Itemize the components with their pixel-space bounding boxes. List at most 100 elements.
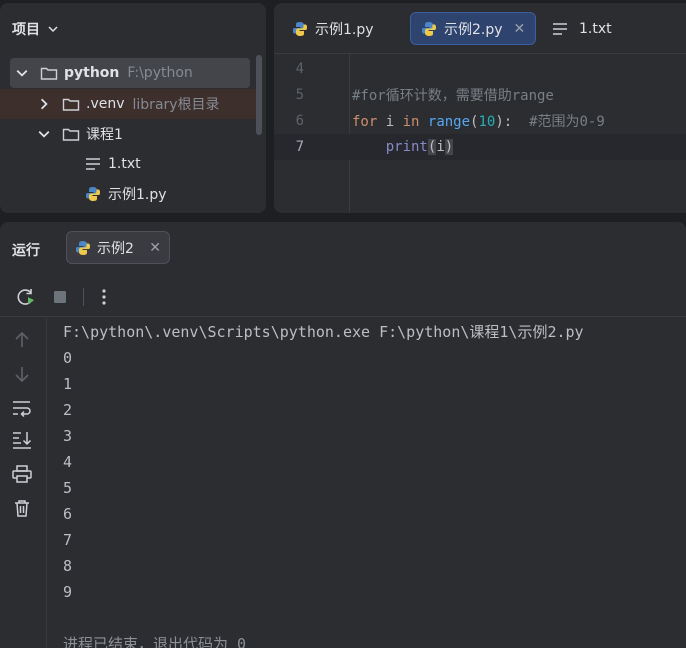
editor-tabbar: 示例1.py 示例2.py ✕ 1.txt [274,3,686,54]
soft-wrap-icon [13,401,31,417]
chevron-down-icon[interactable] [38,128,50,140]
toolbar-separator [83,288,84,306]
tree-item-label: 示例1.py [108,187,167,203]
line-number: 7 [295,139,304,155]
tab-label: 1.txt [579,20,612,37]
tree-item-python[interactable]: python F:\python [10,58,250,88]
tree-item-hint: library根目录 [132,97,220,113]
console-output-line: 3 [63,427,73,445]
python-icon [293,21,307,36]
tab-label: 示例2.py [444,21,503,38]
tree-item-hint: F:\python [127,65,193,81]
arrow-up-icon [15,331,29,347]
code-line-5[interactable]: 5 #for循环计数，需要借助range [274,82,686,108]
tree-item-label: python [64,65,120,81]
console-output-line: 7 [63,531,73,549]
python-icon [422,21,436,36]
chevron-down-icon[interactable] [16,67,28,79]
scroll-to-end-icon [13,432,32,449]
console-command-line: F:\python\.venv\Scripts\python.exe F:\py… [63,323,584,341]
folder-icon [62,95,80,113]
text-file-icon [553,22,567,35]
code-token: ) [444,139,454,155]
rerun-icon [17,289,34,305]
scroll-up-button[interactable] [10,328,34,352]
trash-icon [15,500,29,517]
run-tab-label: 示例2 [97,240,134,257]
line-number: 4 [295,61,304,77]
code-text: for i in range(10): #范围为0-9 [352,111,605,131]
console-output-line: 4 [63,453,73,471]
code-token: print [385,139,428,155]
stop-button[interactable] [48,285,72,309]
more-vertical-icon [102,289,106,305]
console-output-line: 9 [63,583,73,601]
python-icon [84,185,102,203]
project-scrollbar[interactable] [256,55,262,135]
console-output-line: 0 [63,349,73,367]
tree-item-course1[interactable]: 课程1 [10,119,123,149]
code-text: print(i) [352,139,454,155]
console-output-line: 2 [63,401,73,419]
code-token: #范围为0-9 [529,114,605,130]
clear-all-button[interactable] [10,496,34,520]
code-token: in [402,114,420,130]
tab-label: 示例1.py [315,21,374,38]
console-output[interactable]: F:\python\.venv\Scripts\python.exe F:\py… [63,319,584,648]
tab-example2-py[interactable]: 示例2.py ✕ [410,12,537,45]
line-number: 5 [295,87,304,103]
run-side-toolbar [0,318,47,648]
scroll-to-end-button[interactable] [10,428,34,452]
code-token: for [352,114,378,130]
chevron-down-icon [48,26,58,33]
code-line-4[interactable]: 4 [274,56,686,82]
stop-icon [54,291,66,303]
console-output-line: 5 [63,479,73,497]
soft-wrap-button[interactable] [10,396,34,420]
tree-item-example1-py[interactable]: 示例1.py [10,179,167,209]
scroll-down-button[interactable] [10,362,34,386]
console-exit-message: 进程已结束，退出代码为 0 [63,635,247,648]
code-token: ): [495,114,530,130]
code-line-7[interactable]: 7 print(i) [274,134,686,160]
run-panel: 运行 示例2 ✕ F:\python\.venv\Scripts\python.… [0,222,686,648]
tree-item-label: 课程1 [86,127,123,143]
folder-icon [40,64,58,82]
tab-example1-py[interactable]: 示例1.py [282,12,384,45]
project-header[interactable]: 项目 [12,19,58,39]
console-output-line: 1 [63,375,73,393]
folder-icon [62,125,80,143]
tab-1-txt[interactable]: 1.txt [542,12,622,45]
tree-item-venv[interactable]: .venv library根目录 [0,89,256,119]
run-toolbar [0,277,686,317]
tree-item-label: .venv [86,96,125,112]
printer-icon [12,465,32,483]
line-number: 6 [295,113,304,129]
console-output-line: 6 [63,505,73,523]
more-options-button[interactable] [92,285,116,309]
arrow-down-icon [15,367,29,383]
chevron-right-icon[interactable] [38,98,50,110]
text-file-icon [84,155,102,173]
editor-panel: 示例1.py 示例2.py ✕ 1.txt 4 5 #for循环计数，需要借助r… [274,3,686,213]
rerun-button[interactable] [14,285,38,309]
run-tab-example2[interactable]: 示例2 ✕ [66,231,170,264]
tree-item-label: 1.txt [108,156,141,172]
tree-item-1-txt[interactable]: 1.txt [10,149,141,179]
close-icon[interactable]: ✕ [514,21,526,37]
code-token: i [377,114,403,130]
run-title: 运行 [12,243,40,259]
code-token: i [436,139,445,155]
console-output-line: 8 [63,557,73,575]
python-icon [76,240,90,255]
project-panel: 项目 python F:\python .venv library根目录 课程1… [0,3,266,213]
code-token: range [427,114,471,130]
print-button[interactable] [10,462,34,486]
code-line-6[interactable]: 6 for i in range(10): #范围为0-9 [274,108,686,134]
code-token: 10 [478,114,496,130]
close-icon[interactable]: ✕ [149,240,161,256]
code-text: #for循环计数，需要借助range [352,88,554,104]
